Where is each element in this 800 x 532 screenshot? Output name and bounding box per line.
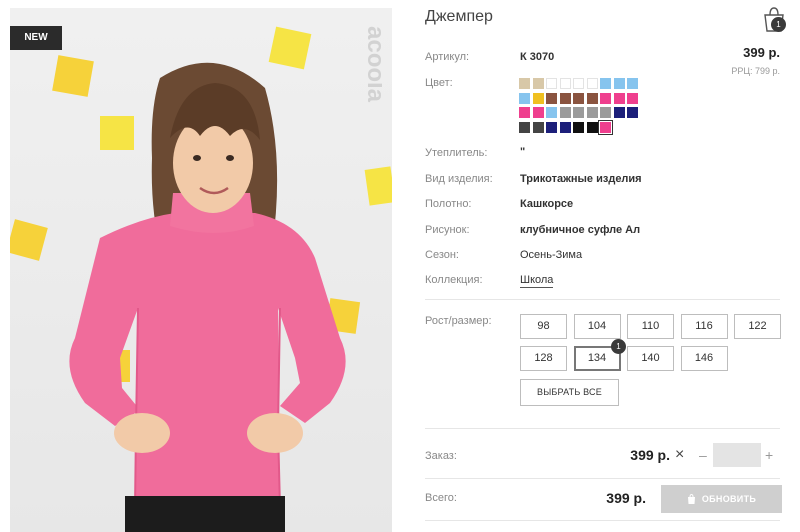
total-price: 399 р. bbox=[606, 490, 646, 506]
color-swatch[interactable] bbox=[519, 92, 530, 104]
color-swatch[interactable] bbox=[546, 121, 557, 133]
color-swatch[interactable] bbox=[559, 92, 571, 104]
size-count-badge: 1 bbox=[611, 339, 626, 354]
color-swatch[interactable] bbox=[546, 78, 557, 89]
qty-decrease-button[interactable]: – bbox=[699, 447, 707, 463]
color-swatch[interactable] bbox=[573, 78, 584, 89]
season-label: Сезон: bbox=[425, 249, 459, 261]
fabric-value: Кашкорсе bbox=[520, 198, 574, 210]
collection-label: Коллекция: bbox=[425, 274, 483, 286]
color-swatch[interactable] bbox=[598, 119, 613, 135]
fabric-label: Полотно: bbox=[425, 198, 472, 210]
size-option-116[interactable]: 116 bbox=[680, 314, 728, 339]
size-option-110[interactable]: 110 bbox=[627, 314, 674, 339]
color-swatch[interactable] bbox=[613, 92, 625, 104]
cart-count-badge: 1 bbox=[771, 17, 786, 32]
size-option-122[interactable]: 122 bbox=[734, 314, 781, 339]
color-swatch[interactable] bbox=[586, 78, 598, 89]
color-swatch[interactable] bbox=[627, 92, 638, 104]
color-swatch[interactable] bbox=[573, 121, 584, 133]
total-label: Всего: bbox=[425, 492, 457, 504]
color-swatch[interactable] bbox=[532, 121, 544, 133]
select-all-button[interactable]: ВЫБРАТЬ ВСЕ bbox=[520, 379, 619, 406]
season-value: Осень-Зима bbox=[520, 249, 583, 261]
rrp-price: РРЦ: 799 р. bbox=[731, 66, 780, 76]
bag-icon bbox=[687, 494, 695, 504]
color-swatch[interactable] bbox=[586, 107, 598, 118]
color-swatch[interactable] bbox=[627, 78, 638, 89]
article-value: К 3070 bbox=[520, 51, 555, 63]
order-label: Заказ: bbox=[425, 450, 457, 462]
divider bbox=[425, 299, 780, 300]
color-swatch[interactable] bbox=[586, 121, 598, 133]
color-swatch[interactable] bbox=[573, 107, 584, 118]
color-swatch[interactable] bbox=[600, 107, 611, 118]
color-swatch[interactable] bbox=[559, 121, 571, 133]
divider bbox=[425, 520, 780, 521]
color-swatch[interactable] bbox=[519, 107, 530, 118]
product-image bbox=[10, 26, 392, 532]
qty-increase-button[interactable]: + bbox=[765, 447, 773, 463]
article-label: Артикул: bbox=[425, 51, 470, 63]
color-swatch[interactable] bbox=[573, 92, 584, 104]
color-swatch[interactable] bbox=[532, 92, 544, 104]
update-button-label: ОБНОВИТЬ bbox=[701, 494, 757, 504]
collection-link[interactable]: Школа bbox=[520, 274, 554, 288]
divider bbox=[425, 428, 780, 429]
update-button[interactable]: ОБНОВИТЬ bbox=[661, 485, 782, 513]
color-swatch[interactable] bbox=[600, 78, 611, 89]
product-photo[interactable]: NEW acoola bbox=[10, 8, 392, 532]
order-price: 399 р. bbox=[630, 447, 670, 463]
color-swatch[interactable] bbox=[559, 107, 571, 118]
color-label: Цвет: bbox=[425, 77, 453, 89]
color-swatch[interactable] bbox=[559, 78, 571, 89]
size-option-98[interactable]: 98 bbox=[520, 314, 567, 339]
color-swatch[interactable] bbox=[532, 78, 544, 89]
insulation-value: " bbox=[520, 146, 526, 158]
color-swatch[interactable] bbox=[519, 78, 530, 89]
color-swatch[interactable] bbox=[546, 92, 557, 104]
color-swatch[interactable] bbox=[546, 107, 557, 118]
divider bbox=[425, 478, 780, 479]
type-label: Вид изделия: bbox=[425, 173, 493, 185]
color-swatch[interactable] bbox=[519, 121, 530, 133]
type-value: Трикотажные изделия bbox=[520, 173, 642, 185]
color-swatch[interactable] bbox=[532, 107, 544, 118]
pattern-label: Рисунок: bbox=[425, 224, 470, 236]
new-badge: NEW bbox=[10, 26, 62, 50]
color-swatch[interactable] bbox=[613, 107, 625, 118]
quantity-input[interactable] bbox=[713, 443, 761, 467]
color-swatch[interactable] bbox=[627, 107, 638, 118]
size-option-140[interactable]: 140 bbox=[627, 346, 674, 371]
color-swatch[interactable] bbox=[613, 78, 625, 89]
color-swatch[interactable] bbox=[586, 92, 598, 104]
size-option-128[interactable]: 128 bbox=[520, 346, 567, 371]
size-option-146[interactable]: 146 bbox=[680, 346, 728, 371]
svg-text:acoola: acoola bbox=[362, 26, 382, 103]
remove-order-icon[interactable]: × bbox=[675, 446, 684, 464]
pattern-value: клубничное суфле Ал bbox=[520, 224, 641, 236]
insulation-label: Утеплитель: bbox=[425, 147, 488, 159]
product-title: Джемпер bbox=[425, 8, 493, 25]
brand-watermark: acoola bbox=[362, 26, 382, 103]
product-price: 399 р. bbox=[743, 45, 780, 60]
size-label: Рост/размер: bbox=[425, 315, 492, 327]
color-swatch[interactable] bbox=[600, 92, 611, 104]
size-option-104[interactable]: 104 bbox=[573, 314, 621, 339]
